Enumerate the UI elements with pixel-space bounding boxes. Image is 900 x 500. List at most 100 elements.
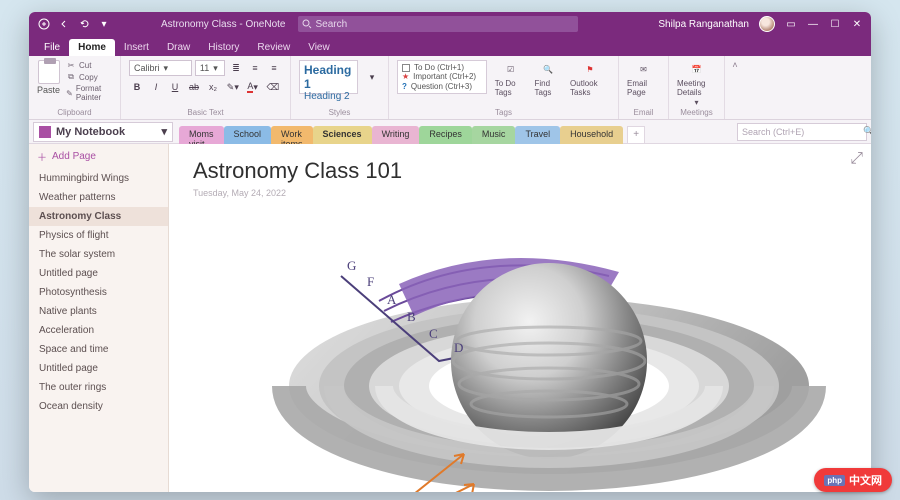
align-button[interactable]: ≡ — [266, 60, 282, 76]
page-item[interactable]: Untitled page — [29, 359, 168, 378]
page-item[interactable]: Native plants — [29, 302, 168, 321]
format-painter-button[interactable]: ✎Format Painter — [66, 84, 112, 102]
titlebar-search-input[interactable] — [316, 19, 574, 30]
ribbon-group-email: ✉Email Page Email — [619, 56, 669, 119]
page-item[interactable]: Astronomy Class — [29, 207, 168, 226]
flag-icon: ⚑ — [580, 60, 600, 78]
copy-button[interactable]: ⧉Copy — [66, 72, 112, 82]
section-tab[interactable]: Writing — [372, 126, 420, 146]
find-tags-label: Find Tags — [535, 79, 563, 97]
section-tab[interactable]: School — [224, 126, 272, 146]
page-item[interactable]: Hummingbird Wings — [29, 169, 168, 188]
bold-button[interactable]: B — [129, 79, 145, 95]
page-item[interactable]: Weather patterns — [29, 188, 168, 207]
cut-button[interactable]: ✂Cut — [66, 60, 112, 70]
email-page-button[interactable]: ✉Email Page — [627, 60, 660, 97]
undo-icon[interactable] — [77, 17, 91, 31]
page-item[interactable]: Acceleration — [29, 321, 168, 340]
add-section-button[interactable]: + — [627, 126, 645, 144]
subscript-button[interactable]: x₂ — [205, 79, 221, 95]
page-item[interactable]: Untitled page — [29, 264, 168, 283]
styles-gallery[interactable]: Heading 1 Heading 2 — [299, 60, 358, 94]
notebook-name: My Notebook — [56, 126, 125, 138]
font-name-combo[interactable]: Calibri▾ — [129, 60, 192, 76]
underline-button[interactable]: U — [167, 79, 183, 95]
ribbon-display-icon[interactable]: ▭ — [785, 18, 797, 30]
page-item[interactable]: The outer rings — [29, 378, 168, 397]
tab-home[interactable]: Home — [69, 39, 115, 56]
page-item[interactable]: The solar system — [29, 245, 168, 264]
style-heading2[interactable]: Heading 2 — [304, 91, 353, 102]
section-tab[interactable]: Music — [472, 126, 516, 146]
todo-label: To Do Tags — [495, 79, 527, 97]
bullets-button[interactable]: ≣ — [228, 60, 244, 76]
back-icon[interactable] — [57, 17, 71, 31]
tag-todo[interactable]: To Do (Ctrl+1) — [402, 63, 482, 72]
notebook-bar: My Notebook ▾ Moms visitSchoolWork items… — [29, 120, 871, 144]
tag-question[interactable]: ?Question (Ctrl+3) — [402, 82, 482, 91]
ring-label-b: B — [407, 309, 416, 324]
tag-question-label: Question (Ctrl+3) — [411, 82, 472, 91]
outlook-tasks-button[interactable]: ⚑Outlook Tasks — [570, 60, 610, 97]
todo-tags-button[interactable]: ☑To Do Tags — [495, 60, 527, 97]
clear-format-button[interactable]: ⌫ — [264, 79, 282, 95]
notebook-icon — [39, 126, 51, 138]
ribbon-group-styles: Heading 1 Heading 2 ▾ Styles — [291, 56, 389, 119]
section-tab[interactable]: Work items — [271, 126, 313, 146]
tab-history[interactable]: History — [199, 39, 248, 56]
section-tab[interactable]: Recipes — [419, 126, 472, 146]
section-tab[interactable]: Sciences — [313, 126, 372, 146]
font-size-combo[interactable]: 11▾ — [195, 60, 225, 76]
note-date: Tuesday, May 24, 2022 — [193, 188, 286, 198]
page-item[interactable]: Physics of flight — [29, 226, 168, 245]
page-search-input[interactable] — [742, 127, 859, 137]
note-canvas[interactable]: ⤢ Astronomy Class 101 Tuesday, May 24, 2… — [169, 144, 871, 492]
paste-button[interactable]: Paste — [37, 60, 60, 95]
find-tags-button[interactable]: 🔍Find Tags — [535, 60, 563, 97]
page-search[interactable]: 🔍 — [737, 123, 867, 141]
tag-important[interactable]: ★Important (Ctrl+2) — [402, 72, 482, 81]
section-tab[interactable]: Household — [560, 126, 623, 146]
numbering-button[interactable]: ≡ — [247, 60, 263, 76]
minimize-icon[interactable]: — — [807, 18, 819, 30]
collapse-ribbon-icon[interactable]: ˄ — [725, 56, 745, 119]
italic-button[interactable]: I — [148, 79, 164, 95]
group-label-meetings: Meetings — [677, 108, 716, 117]
checkbox-icon — [402, 64, 410, 72]
strike-button[interactable]: ab — [186, 79, 202, 95]
highlight-button[interactable]: ✎▾ — [224, 79, 242, 95]
notebook-selector[interactable]: My Notebook ▾ — [33, 122, 173, 142]
avatar[interactable] — [759, 16, 775, 32]
maximize-icon[interactable]: ☐ — [829, 18, 841, 30]
section-tab[interactable]: Moms visit — [179, 126, 224, 146]
app-menu-icon[interactable] — [37, 17, 51, 31]
titlebar-search[interactable] — [298, 16, 578, 32]
ribbon: Paste ✂Cut ⧉Copy ✎Format Painter Clipboa… — [29, 56, 871, 120]
styles-expand-icon[interactable]: ▾ — [364, 60, 380, 94]
tab-view[interactable]: View — [299, 39, 339, 56]
add-page-button[interactable]: ＋ Add Page — [29, 144, 168, 169]
font-color-button[interactable]: A▾ — [245, 79, 261, 95]
meeting-details-button[interactable]: 📅Meeting Details▾ — [677, 60, 716, 107]
fullscreen-icon[interactable]: ⤢ — [850, 150, 863, 168]
page-item[interactable]: Photosynthesis — [29, 283, 168, 302]
style-heading1[interactable]: Heading 1 — [304, 63, 353, 91]
search-icon: 🔍 — [863, 126, 871, 137]
ribbon-tabs: File Home Insert Draw History Review Vie… — [29, 36, 871, 56]
tab-insert[interactable]: Insert — [115, 39, 158, 56]
section-tab[interactable]: Travel — [515, 126, 560, 146]
page-item[interactable]: Space and time — [29, 340, 168, 359]
user-name[interactable]: Shilpa Ranganathan — [658, 19, 749, 30]
close-icon[interactable]: ✕ — [851, 18, 863, 30]
tags-gallery[interactable]: To Do (Ctrl+1) ★Important (Ctrl+2) ?Ques… — [397, 60, 487, 94]
copy-label: Copy — [79, 73, 98, 82]
tab-review[interactable]: Review — [248, 39, 299, 56]
cut-label: Cut — [79, 61, 91, 70]
note-title[interactable]: Astronomy Class 101 — [193, 158, 402, 184]
app-window: ▾ Astronomy Class - OneNote Shilpa Ranga… — [29, 12, 871, 492]
tab-file[interactable]: File — [35, 39, 69, 56]
tab-draw[interactable]: Draw — [158, 39, 199, 56]
ribbon-group-meetings: 📅Meeting Details▾ Meetings — [669, 56, 725, 119]
qat-more-icon[interactable]: ▾ — [97, 17, 111, 31]
page-item[interactable]: Ocean density — [29, 397, 168, 416]
